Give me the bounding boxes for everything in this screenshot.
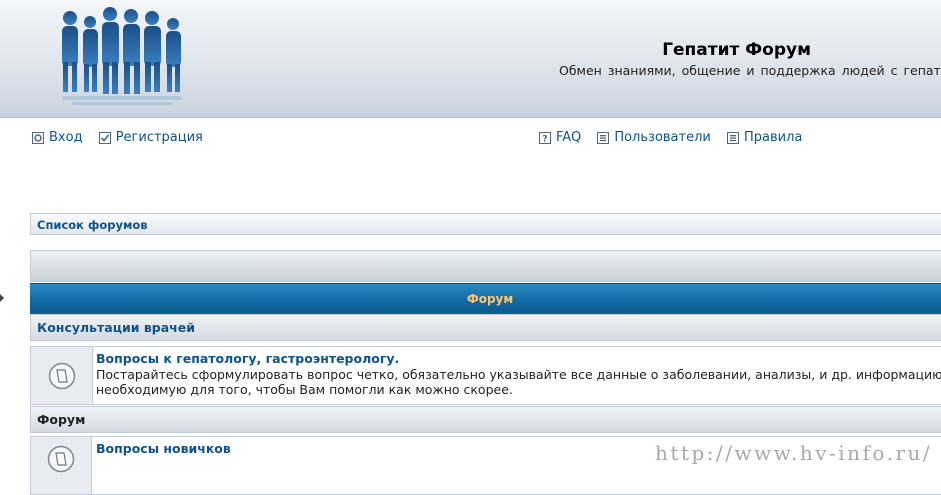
forum-read-icon [48, 362, 75, 389]
site-title: Гепатит Форум [662, 40, 811, 60]
rules-link[interactable]: Правила [727, 130, 802, 145]
category-header[interactable]: Форум [30, 406, 941, 433]
watermark: http://www.hv-info.ru/ [655, 441, 933, 465]
register-label: Регистрация [115, 130, 203, 145]
register-icon [98, 131, 111, 144]
members-icon [597, 131, 610, 144]
site-header: Гепатит Форум Обмен знаниями, общение и … [0, 0, 941, 118]
rules-label: Правила [744, 130, 803, 145]
site-nav: ? FAQ Пользователи Правила [539, 130, 814, 148]
members-label: Пользователи [614, 130, 711, 145]
forum-description: Постарайтесь сформулировать вопрос четко… [96, 366, 941, 382]
category-name: Форум [37, 412, 86, 427]
forum-title-link[interactable]: Вопросы к гепатологу, гастроэнтерологу. [96, 351, 941, 367]
login-label: Вход [49, 130, 83, 145]
category-name: Консультации врачей [37, 320, 195, 335]
page-bar [30, 250, 941, 282]
breadcrumb: Список форумов [30, 213, 941, 235]
forum-row: Вопросы к гепатологу, гастроэнтерологу. … [30, 346, 941, 405]
category-header[interactable]: Консультации врачей [30, 314, 941, 341]
rules-icon [727, 131, 739, 144]
faq-link[interactable]: ? FAQ [539, 130, 581, 145]
forum-icon-cell [31, 437, 92, 494]
login-link[interactable]: Вход [32, 130, 83, 145]
register-link[interactable]: Регистрация [98, 130, 203, 145]
user-nav: Вход Регистрация [32, 130, 215, 148]
site-logo [62, 7, 182, 105]
forum-icon-cell [31, 347, 93, 404]
site-description: Обмен знаниями, общение и поддержка люде… [559, 63, 941, 78]
forum-info: Вопросы к гепатологу, гастроэнтерологу. … [96, 351, 941, 398]
forum-table-header: Форум [30, 283, 941, 314]
forum-description-line2: необходимую для того, чтобы Вам помогли … [96, 382, 513, 397]
svg-text:?: ? [542, 134, 547, 144]
faq-label: FAQ [556, 130, 582, 145]
forum-read-icon [47, 445, 75, 473]
breadcrumb-forum-index[interactable]: Список форумов [37, 218, 148, 232]
login-icon [32, 131, 44, 144]
members-link[interactable]: Пользователи [597, 130, 711, 145]
faq-icon: ? [539, 131, 551, 144]
edge-arrow-icon [0, 294, 4, 302]
